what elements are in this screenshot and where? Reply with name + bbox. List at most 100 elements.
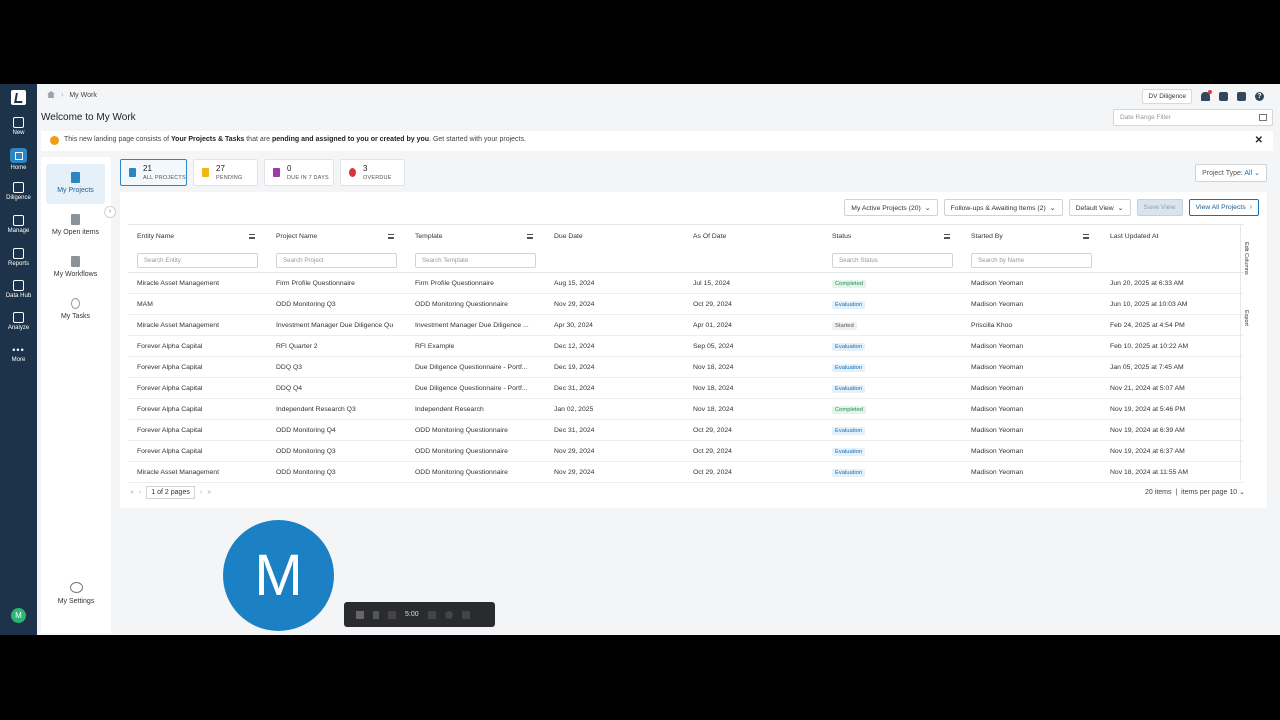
- edit-columns-button[interactable]: Edit Columns: [1243, 242, 1249, 275]
- pause-icon[interactable]: [373, 610, 379, 619]
- stop-icon[interactable]: [356, 610, 364, 619]
- pending-icon: [202, 168, 209, 177]
- default-view-dropdown[interactable]: Default View ⌄: [1068, 199, 1131, 216]
- subnav-my-open-items[interactable]: My Open items: [46, 206, 105, 236]
- project-cell: RFI Quarter 2: [267, 335, 406, 357]
- search-template-input[interactable]: Search Template: [415, 252, 536, 268]
- col-status[interactable]: Status: [823, 224, 962, 249]
- subnav-my-tasks[interactable]: My Tasks: [46, 290, 105, 320]
- status-badge: Evaluation: [832, 447, 866, 456]
- col-as-of-date[interactable]: As Of Date: [684, 224, 823, 249]
- column-menu-icon[interactable]: [527, 234, 533, 239]
- rewind-icon[interactable]: [388, 610, 396, 619]
- entity-cell[interactable]: Forever Alpha Capital: [128, 377, 267, 399]
- search-name-input[interactable]: Search by Name: [971, 252, 1092, 268]
- column-menu-icon[interactable]: [249, 234, 255, 239]
- prev-page-icon[interactable]: ‹: [139, 489, 141, 496]
- column-menu-icon[interactable]: [388, 234, 394, 239]
- project-cell: ODD Monitoring Q3: [267, 293, 406, 315]
- col-template[interactable]: Template: [406, 224, 545, 249]
- subnav-my-workflows[interactable]: My Workflows: [46, 248, 105, 278]
- active-projects-dropdown[interactable]: My Active Projects (20) ⌄: [844, 199, 938, 216]
- page-number-input[interactable]: 1 of 2 pages: [146, 486, 195, 499]
- date-range-filter[interactable]: Date Range Filter: [1113, 109, 1273, 126]
- rail-more[interactable]: ••• More: [0, 346, 37, 364]
- entity-cell[interactable]: Forever Alpha Capital: [128, 398, 267, 420]
- subnav-my-projects[interactable]: My Projects: [46, 164, 105, 204]
- last-page-icon[interactable]: »: [207, 489, 211, 496]
- kpi-all-projects[interactable]: 21 ALL PROJECTS: [120, 159, 187, 186]
- col-due-date[interactable]: Due Date: [545, 224, 684, 249]
- search-project-input[interactable]: Search Project: [276, 252, 397, 268]
- rail-analyze[interactable]: Analyze: [0, 312, 37, 331]
- help-icon[interactable]: ?: [1255, 92, 1264, 101]
- kpi-overdue[interactable]: 3 OVERDUE: [340, 159, 405, 186]
- save-view-button[interactable]: Save View: [1136, 199, 1183, 216]
- table-row[interactable]: Forever Alpha Capital RFI Quarter 2 RFI Ex…: [128, 335, 1244, 357]
- bell-icon[interactable]: [1201, 90, 1212, 101]
- per-page-select[interactable]: 10 ⌄: [1229, 489, 1245, 496]
- kpi-pending[interactable]: 27 PENDING: [193, 159, 258, 186]
- template-cell: Firm Profile Questionnaire: [406, 272, 545, 294]
- grid-icon[interactable]: [427, 610, 436, 619]
- first-page-icon[interactable]: «: [130, 489, 134, 496]
- megaphone-icon[interactable]: [1219, 92, 1228, 101]
- template-cell: ODD Monitoring Questionnaire: [406, 293, 545, 315]
- followups-dropdown[interactable]: Follow-ups & Awaiting Items (2) ⌄: [943, 199, 1063, 216]
- export-button[interactable]: Export: [1243, 310, 1249, 326]
- entity-cell[interactable]: Forever Alpha Capital: [128, 440, 267, 462]
- table-row[interactable]: Miracle Asset Management ODD Monitoring Q…: [128, 461, 1244, 483]
- trash-icon[interactable]: [461, 610, 470, 619]
- filter-cell: Search Template: [406, 248, 545, 273]
- chevron-right-icon: ›: [61, 92, 64, 99]
- entity-cell[interactable]: Miracle Asset Management: [128, 272, 267, 294]
- search-entity-input[interactable]: Search Entity: [137, 252, 258, 268]
- download-icon[interactable]: [1237, 92, 1246, 101]
- org-selector[interactable]: DV Diligence: [1142, 89, 1192, 104]
- entity-cell[interactable]: Miracle Asset Management: [128, 461, 267, 483]
- col-entity-name[interactable]: Entity Name: [128, 224, 267, 249]
- filter-cell: Search by Name: [962, 248, 1101, 273]
- search-status-input[interactable]: Search Status: [832, 252, 953, 268]
- table-row[interactable]: Forever Alpha Capital Independent Researc…: [128, 398, 1244, 420]
- entity-cell[interactable]: Miracle Asset Management: [128, 314, 267, 336]
- calendar-icon[interactable]: [1259, 114, 1267, 121]
- table-row[interactable]: Forever Alpha Capital ODD Monitoring Q3 OD…: [128, 440, 1244, 462]
- restart-icon[interactable]: [444, 610, 453, 619]
- close-icon[interactable]: ✕: [1255, 135, 1263, 146]
- table-row[interactable]: Miracle Asset Management Investment Manag…: [128, 314, 1244, 336]
- table-row[interactable]: Forever Alpha Capital ODD Monitoring Q4 OD…: [128, 419, 1244, 441]
- project-type-select[interactable]: Project Type: All ⌄: [1195, 164, 1267, 182]
- next-page-icon[interactable]: ›: [200, 489, 202, 496]
- dropdown-label: Follow-ups & Awaiting Items (2): [950, 205, 1046, 212]
- column-menu-icon[interactable]: [944, 234, 950, 239]
- rail-data-hub[interactable]: Data Hub: [0, 280, 37, 299]
- entity-cell[interactable]: Forever Alpha Capital: [128, 335, 267, 357]
- user-avatar[interactable]: M: [11, 608, 26, 623]
- col-last-updated[interactable]: Last Updated At: [1101, 224, 1244, 249]
- kpi-due-7-days[interactable]: 0 DUE IN 7 DAYS: [264, 159, 334, 186]
- rail-manage[interactable]: Manage: [0, 215, 37, 234]
- rail-diligence[interactable]: Diligence: [0, 182, 37, 201]
- entity-cell[interactable]: Forever Alpha Capital: [128, 356, 267, 378]
- my-settings[interactable]: My Settings: [47, 582, 105, 605]
- app-logo[interactable]: [11, 90, 26, 105]
- rail-reports[interactable]: Reports: [0, 248, 37, 267]
- col-started-by[interactable]: Started By: [962, 224, 1101, 249]
- view-all-projects-button[interactable]: View All Projects ›: [1188, 199, 1259, 216]
- col-project-name[interactable]: Project Name: [267, 224, 406, 249]
- table-row[interactable]: MAM ODD Monitoring Q3 ODD Monitoring Quest…: [128, 293, 1244, 315]
- column-menu-icon[interactable]: [1083, 234, 1089, 239]
- rail-home[interactable]: Home: [0, 148, 37, 171]
- rail-new[interactable]: New: [0, 117, 37, 136]
- collapse-subnav-button[interactable]: ›: [104, 206, 116, 218]
- entity-cell[interactable]: Forever Alpha Capital: [128, 419, 267, 441]
- entity-cell[interactable]: MAM: [128, 293, 267, 315]
- table-row[interactable]: Forever Alpha Capital DDQ Q4 Due Diligence…: [128, 377, 1244, 399]
- last-updated-cell: Nov 19, 2024 at 6:37 AM: [1101, 440, 1244, 462]
- last-updated-cell: Nov 19, 2024 at 5:46 PM: [1101, 398, 1244, 420]
- col-label: Entity Name: [137, 233, 175, 241]
- table-row[interactable]: Forever Alpha Capital DDQ Q3 Due Diligence…: [128, 356, 1244, 378]
- table-row[interactable]: Miracle Asset Management Firm Profile Que…: [128, 272, 1244, 294]
- home-icon[interactable]: [47, 91, 55, 98]
